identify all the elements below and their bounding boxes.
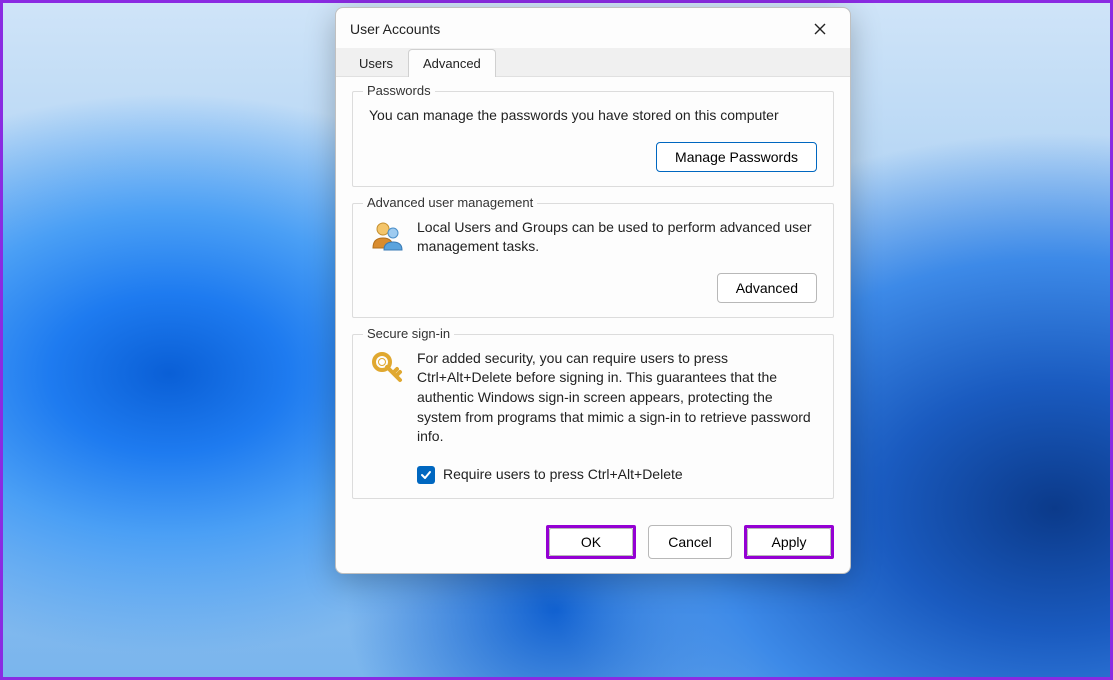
manage-passwords-button[interactable]: Manage Passwords (656, 142, 817, 172)
require-cad-checkbox[interactable] (417, 466, 435, 484)
advanced-mgmt-group: Advanced user management Local Users and… (352, 203, 834, 318)
advanced-button[interactable]: Advanced (717, 273, 817, 303)
passwords-legend: Passwords (363, 83, 435, 98)
apply-highlight: Apply (744, 525, 834, 559)
secure-signin-legend: Secure sign-in (363, 326, 454, 341)
ok-button[interactable]: OK (549, 528, 633, 556)
dialog-footer: OK Cancel Apply (336, 515, 850, 573)
tab-users[interactable]: Users (344, 49, 408, 77)
key-icon (369, 349, 405, 385)
tabstrip: Users Advanced (336, 48, 850, 77)
advanced-mgmt-text: Local Users and Groups can be used to pe… (417, 218, 817, 257)
apply-button[interactable]: Apply (747, 528, 831, 556)
tab-advanced[interactable]: Advanced (408, 49, 496, 77)
advanced-mgmt-legend: Advanced user management (363, 195, 537, 210)
checkmark-icon (420, 469, 432, 481)
dialog-title: User Accounts (350, 21, 800, 37)
titlebar: User Accounts (336, 8, 850, 48)
secure-signin-text: For added security, you can require user… (417, 349, 817, 447)
user-accounts-dialog: User Accounts Users Advanced Passwords Y… (335, 7, 851, 574)
users-icon (369, 218, 405, 254)
require-cad-label: Require users to press Ctrl+Alt+Delete (443, 465, 683, 485)
passwords-text: You can manage the passwords you have st… (369, 106, 817, 126)
dialog-body: Passwords You can manage the passwords y… (336, 77, 850, 515)
close-icon (814, 23, 826, 35)
close-button[interactable] (800, 15, 840, 43)
cancel-button[interactable]: Cancel (648, 525, 732, 559)
passwords-group: Passwords You can manage the passwords y… (352, 91, 834, 187)
secure-signin-group: Secure sign-in For added security, you c… (352, 334, 834, 500)
ok-highlight: OK (546, 525, 636, 559)
